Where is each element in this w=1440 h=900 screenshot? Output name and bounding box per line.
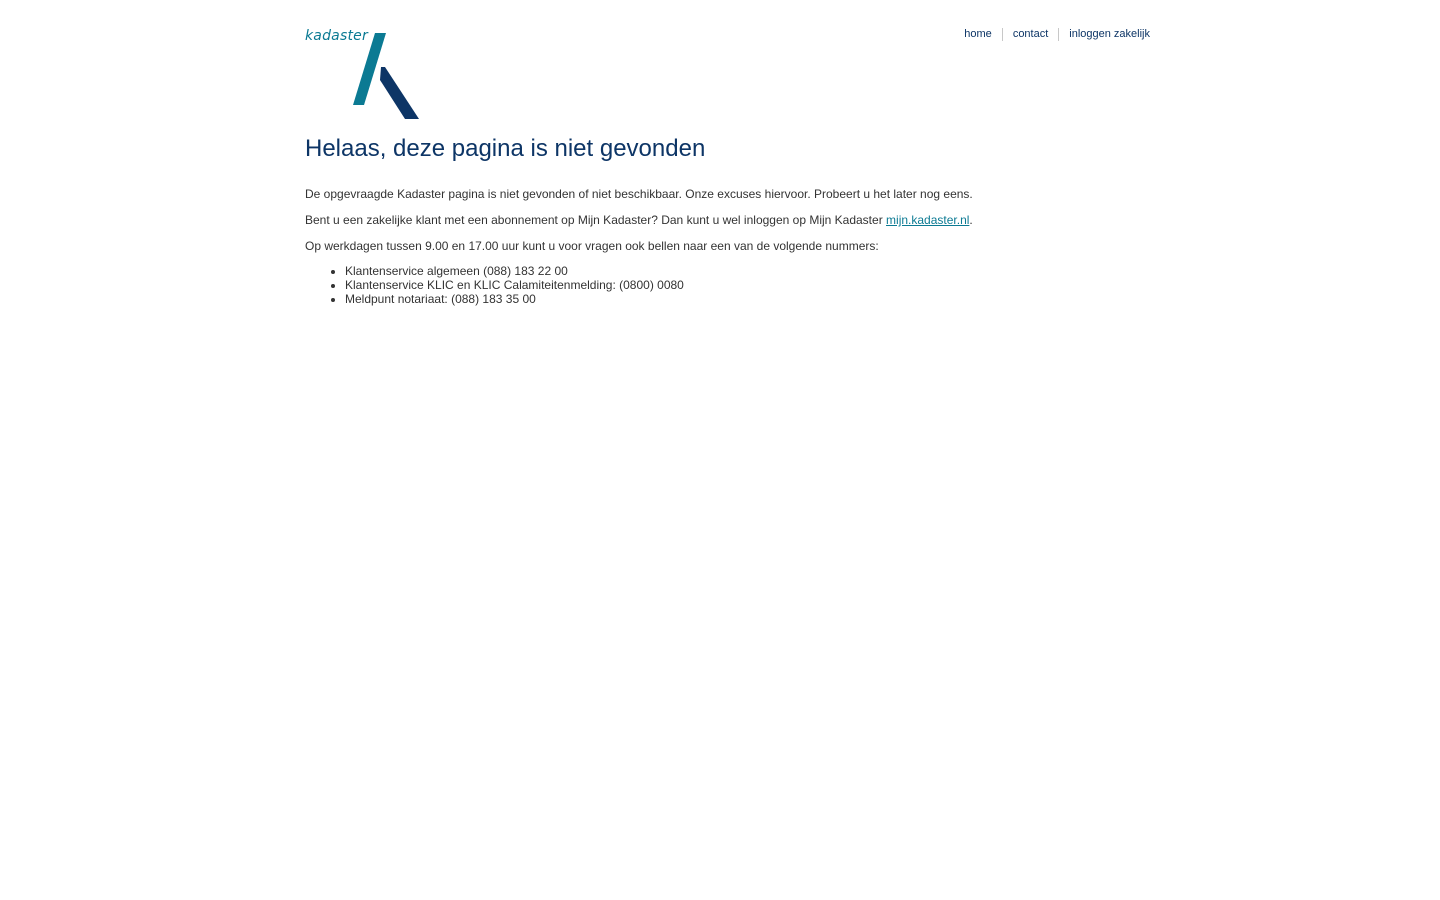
page: kadaster home contact inloggen zakelijk … [305,0,1150,306]
top-navigation: home contact inloggen zakelijk [964,28,1150,41]
header: kadaster home contact inloggen zakelijk [305,0,1150,120]
nav-login-business-link[interactable]: inloggen zakelijk [1058,28,1150,41]
not-found-message: De opgevraagde Kadaster pagina is niet g… [305,187,973,201]
kadaster-k-icon [353,33,419,119]
list-item: Klantenservice KLIC en KLIC Calamiteiten… [345,278,1150,292]
nav-home-link[interactable]: home [964,28,1002,41]
nav-contact-link[interactable]: contact [1001,28,1058,41]
main-content: De opgevraagde Kadaster pagina is niet g… [305,186,1150,306]
list-item: Meldpunt notariaat: (088) 183 35 00 [345,292,1150,306]
business-login-text: Bent u een zakelijke klant met een abonn… [305,213,887,227]
mijn-kadaster-link[interactable]: mijn.kadaster.nl [886,213,969,227]
kadaster-logo[interactable]: kadaster [305,28,425,120]
list-item: Klantenservice algemeen (088) 183 22 00 [345,264,1150,278]
page-title: Helaas, deze pagina is niet gevonden [305,135,706,162]
business-login-message: Bent u een zakelijke klant met een abonn… [305,212,1150,228]
business-login-suffix: . [969,213,973,227]
phone-intro: Op werkdagen tussen 9.00 en 17.00 uur ku… [305,239,879,253]
phone-list: Klantenservice algemeen (088) 183 22 00 … [305,264,1150,306]
